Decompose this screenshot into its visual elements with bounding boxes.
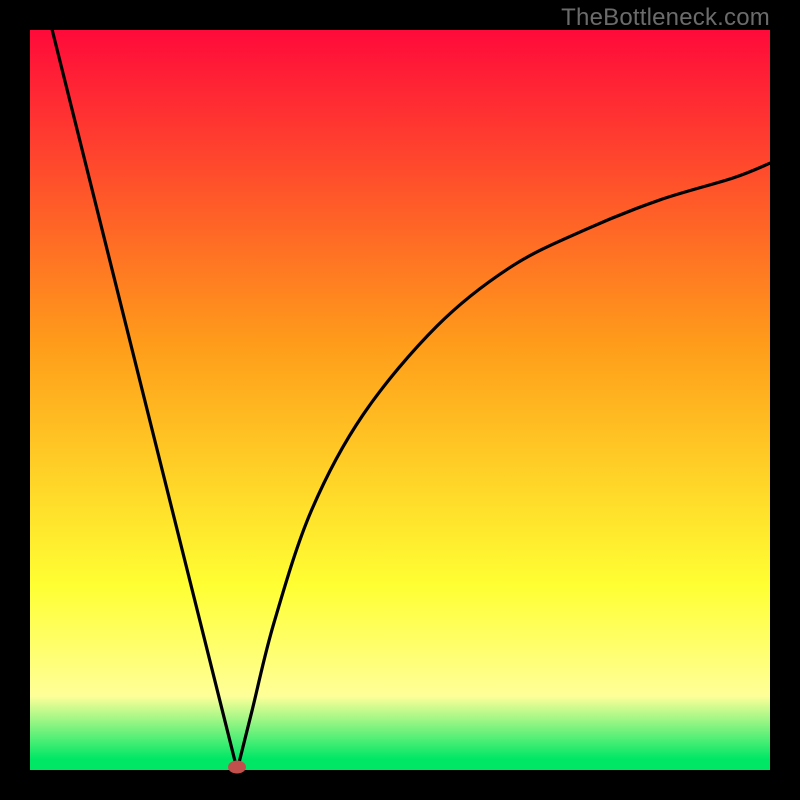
plot-area	[30, 30, 770, 770]
chart-frame: TheBottleneck.com	[0, 0, 800, 800]
optimal-point-marker	[228, 761, 246, 774]
bottleneck-curve	[30, 30, 770, 770]
watermark-text: TheBottleneck.com	[561, 4, 770, 32]
